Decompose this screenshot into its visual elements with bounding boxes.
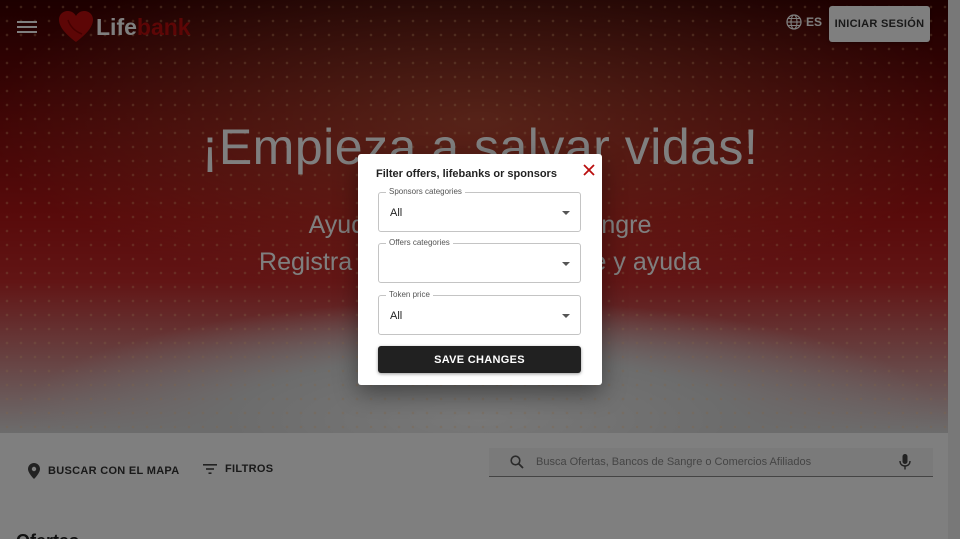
token-price-label: Token price [386, 290, 433, 299]
dropdown-caret-icon [562, 314, 570, 318]
sponsors-categories-value: All [390, 207, 403, 219]
sponsors-categories-select[interactable]: Sponsors categories All [378, 187, 581, 232]
save-changes-button[interactable]: SAVE CHANGES [378, 346, 581, 373]
offers-categories-select[interactable]: Offers categories [378, 238, 581, 283]
token-price-select[interactable]: Token price All [378, 290, 581, 335]
dialog-title: Filter offers, lifebanks or sponsors [376, 168, 557, 180]
dropdown-caret-icon [562, 211, 570, 215]
close-icon[interactable] [583, 164, 595, 176]
dropdown-caret-icon [562, 262, 570, 266]
sponsors-categories-label: Sponsors categories [386, 187, 465, 196]
token-price-value: All [390, 310, 403, 322]
offers-categories-label: Offers categories [386, 238, 453, 247]
filter-dialog: Filter offers, lifebanks or sponsors Spo… [358, 154, 602, 385]
